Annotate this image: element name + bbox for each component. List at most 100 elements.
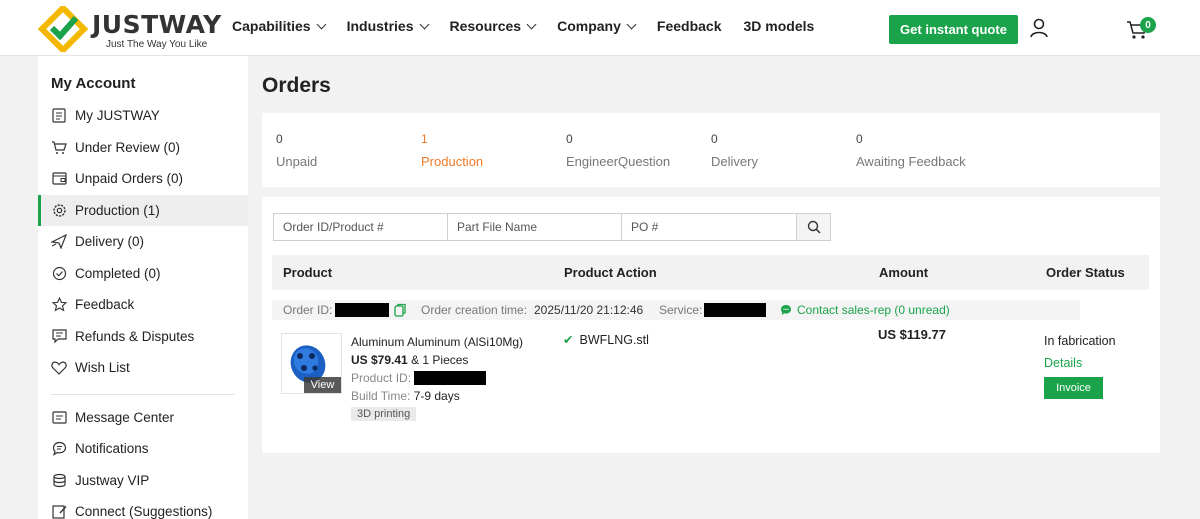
nav-label: Company bbox=[557, 18, 621, 34]
sidebar-item-connect-suggestions[interactable]: Connect (Suggestions) bbox=[38, 496, 248, 519]
stat-awaiting-feedback[interactable]: 0 Awaiting Feedback bbox=[856, 132, 966, 169]
edit-icon bbox=[51, 504, 67, 519]
redacted-order-id bbox=[335, 303, 389, 317]
chat-bubble-icon bbox=[781, 305, 791, 315]
nav-label: Resources bbox=[449, 18, 522, 34]
order-created-label: Order creation time: bbox=[421, 303, 528, 317]
site-header: JUSTWAY Just The Way You Like Capabiliti… bbox=[0, 0, 1200, 56]
contact-sales-rep-link[interactable]: Contact sales-rep (0 unread) bbox=[780, 303, 950, 317]
cart-count-badge: 0 bbox=[1140, 17, 1156, 33]
check-icon: ✔ bbox=[563, 333, 574, 347]
details-link[interactable]: Details bbox=[1044, 356, 1082, 370]
chevron-down-icon bbox=[526, 19, 537, 29]
chevron-down-icon bbox=[419, 19, 429, 29]
sidebar-item-label: Message Center bbox=[75, 410, 175, 425]
sidebar-item-label: Delivery (0) bbox=[75, 234, 145, 249]
part-file[interactable]: ✔ BWFLNG.stl bbox=[563, 332, 649, 348]
sidebar-item-label: Under Review (0) bbox=[75, 140, 181, 155]
nav-resources[interactable]: Resources bbox=[449, 18, 537, 34]
chat-bubble-icon bbox=[51, 441, 67, 457]
part-file-name: BWFLNG.stl bbox=[579, 332, 649, 347]
sidebar-item-label: Refunds & Disputes bbox=[75, 329, 195, 344]
logo-tagline: Just The Way You Like bbox=[106, 39, 208, 50]
sidebar-item-refunds-disputes[interactable]: Refunds & Disputes bbox=[38, 321, 248, 352]
order-id-label: Order ID: bbox=[283, 303, 333, 317]
process-tag: 3D printing bbox=[351, 407, 417, 421]
stat-count: 1 bbox=[421, 132, 428, 146]
sidebar-item-notifications[interactable]: Notifications bbox=[38, 433, 248, 464]
logo-wordmark: JUSTWAY bbox=[92, 10, 222, 39]
service-label: Service: bbox=[659, 303, 703, 317]
stat-label: Production bbox=[421, 154, 484, 169]
star-icon bbox=[51, 297, 67, 313]
sidebar-item-label: Notifications bbox=[75, 441, 149, 456]
account-sidebar: My Account My JUSTWAY Under Review (0) U… bbox=[38, 56, 248, 519]
column-header-order-status: Order Status bbox=[1046, 265, 1125, 280]
nav-label: Industries bbox=[346, 18, 414, 34]
stat-count: 0 bbox=[276, 132, 283, 146]
stat-production[interactable]: 1 Production bbox=[421, 132, 483, 169]
sidebar-item-justway-vip[interactable]: Justway VIP bbox=[38, 465, 248, 496]
sidebar-divider bbox=[51, 394, 235, 395]
orders-table-header: Product Product Action Amount Order Stat… bbox=[272, 255, 1149, 290]
sidebar-item-label: Unpaid Orders (0) bbox=[75, 171, 184, 186]
product-id-row: Product ID: bbox=[351, 369, 523, 387]
product-id-label: Product ID: bbox=[351, 371, 412, 385]
po-number-input[interactable] bbox=[621, 213, 797, 241]
user-icon[interactable] bbox=[1029, 18, 1049, 38]
column-header-product: Product bbox=[283, 265, 333, 280]
coins-icon bbox=[51, 473, 67, 489]
sidebar-item-feedback[interactable]: Feedback bbox=[38, 289, 248, 320]
order-id-input[interactable] bbox=[273, 213, 448, 241]
stat-count: 0 bbox=[566, 132, 573, 146]
sidebar-item-wish-list[interactable]: Wish List bbox=[38, 352, 248, 383]
nav-capabilities[interactable]: Capabilities bbox=[232, 18, 327, 34]
chat-alert-icon bbox=[51, 329, 67, 345]
cart-icon bbox=[51, 140, 67, 156]
build-time-row: Build Time: 7-9 days bbox=[351, 387, 523, 405]
nav-label: 3D models bbox=[743, 18, 815, 34]
product-info: Aluminum Aluminum (AlSi10Mg) US $79.41 &… bbox=[351, 333, 523, 421]
nav-feedback[interactable]: Feedback bbox=[657, 18, 722, 34]
nav-3d-models[interactable]: 3D models bbox=[743, 18, 814, 34]
sidebar-item-label: Feedback bbox=[75, 297, 135, 312]
nav-company[interactable]: Company bbox=[557, 18, 637, 34]
product-name: Aluminum Aluminum (AlSi10Mg) bbox=[351, 335, 524, 349]
sidebar-item-message-center[interactable]: Message Center bbox=[38, 402, 248, 433]
sidebar-item-completed[interactable]: Completed (0) bbox=[38, 258, 248, 289]
justway-logo[interactable]: JUSTWAY Just The Way You Like bbox=[38, 6, 221, 52]
page-title: Orders bbox=[262, 74, 331, 97]
logo-mark-icon bbox=[38, 6, 88, 52]
sidebar-item-my-justway[interactable]: My JUSTWAY bbox=[38, 100, 248, 131]
stat-engineer-question[interactable]: 0 EngineerQuestion bbox=[566, 132, 670, 169]
nav-label: Capabilities bbox=[232, 18, 311, 34]
stat-delivery[interactable]: 0 Delivery bbox=[711, 132, 758, 169]
gear-icon bbox=[51, 203, 67, 219]
nav-industries[interactable]: Industries bbox=[346, 18, 429, 34]
order-search-bar bbox=[273, 213, 831, 241]
stat-unpaid[interactable]: 0 Unpaid bbox=[276, 132, 317, 169]
stat-count: 0 bbox=[856, 132, 863, 146]
view-model-button[interactable]: View bbox=[304, 377, 341, 393]
order-amount: US $119.77 bbox=[878, 327, 946, 342]
sidebar-item-production[interactable]: Production (1) bbox=[38, 195, 248, 226]
copy-icon[interactable] bbox=[394, 303, 406, 317]
redacted-product-id bbox=[414, 371, 486, 385]
product-price-row: US $79.41 & 1 Pieces bbox=[351, 351, 523, 369]
invoice-button[interactable]: Invoice bbox=[1044, 377, 1103, 399]
contact-sales-rep-label: Contact sales-rep (0 unread) bbox=[797, 303, 950, 317]
sidebar-item-unpaid-orders[interactable]: Unpaid Orders (0) bbox=[38, 163, 248, 194]
stat-label: EngineerQuestion bbox=[566, 154, 671, 169]
sidebar-item-delivery[interactable]: Delivery (0) bbox=[38, 226, 248, 257]
product-thumbnail[interactable]: View bbox=[281, 333, 342, 394]
get-instant-quote-button[interactable]: Get instant quote bbox=[889, 15, 1018, 44]
redacted-service bbox=[704, 303, 766, 317]
sidebar-item-label: Connect (Suggestions) bbox=[75, 504, 213, 519]
sidebar-item-label: Production (1) bbox=[75, 203, 160, 218]
unit-price: US $79.41 bbox=[351, 353, 408, 367]
chevron-down-icon bbox=[316, 19, 327, 29]
sidebar-item-under-review[interactable]: Under Review (0) bbox=[38, 132, 248, 163]
heart-icon bbox=[51, 360, 67, 376]
part-file-name-input[interactable] bbox=[447, 213, 622, 241]
search-button[interactable] bbox=[796, 213, 831, 241]
